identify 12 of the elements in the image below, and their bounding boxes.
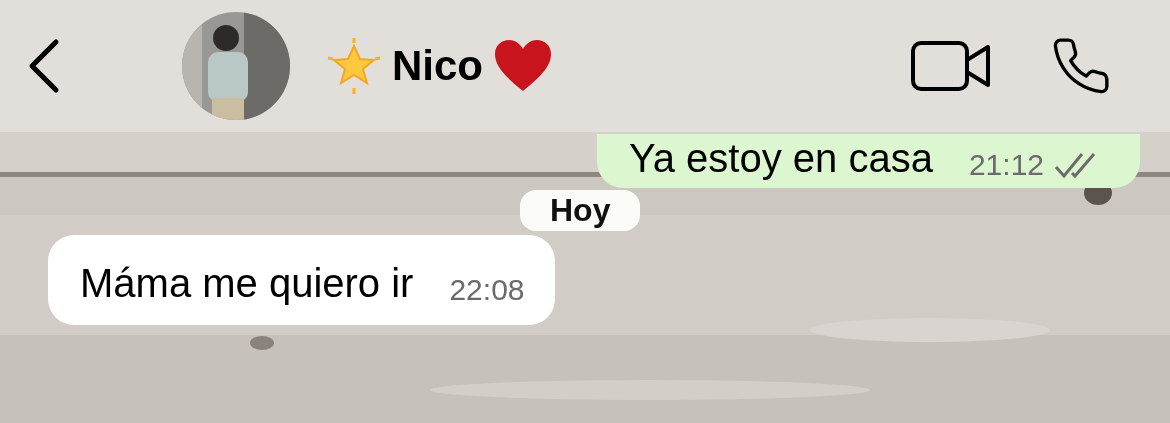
message-text: Ya estoy en casa: [629, 135, 933, 182]
video-camera-icon: [910, 40, 992, 92]
heart-icon: [493, 39, 553, 93]
star-icon: [326, 38, 382, 94]
message-bubble[interactable]: Ya estoy en casa 21:12: [597, 134, 1140, 188]
video-call-button[interactable]: [910, 40, 992, 92]
message-bubble[interactable]: Máma me quiero ir 22:08: [48, 235, 555, 325]
date-chip: Hoy: [520, 190, 641, 231]
message-text: Máma me quiero ir: [80, 260, 414, 307]
message-time: 21:12: [968, 148, 1044, 182]
message-time: 22:08: [449, 273, 525, 307]
contact-name[interactable]: Nico: [392, 42, 483, 90]
